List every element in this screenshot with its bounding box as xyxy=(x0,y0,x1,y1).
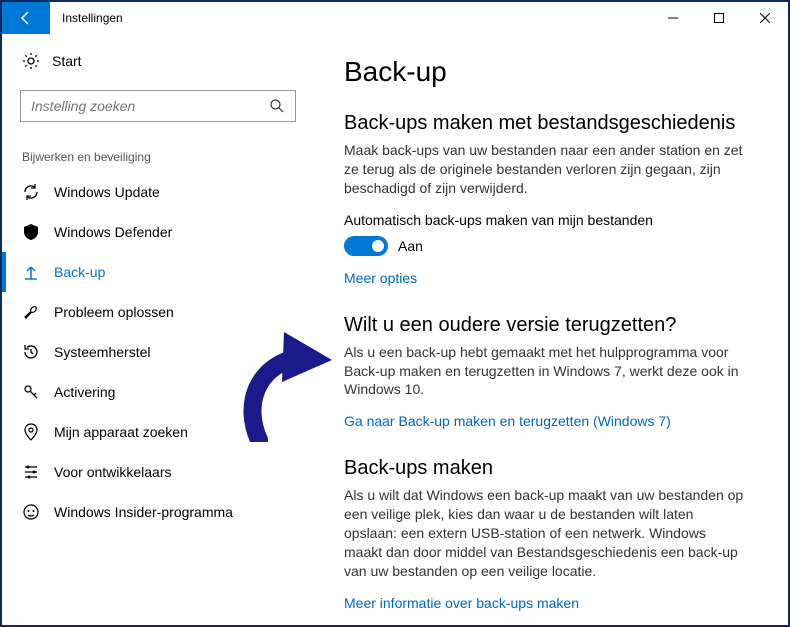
titlebar: Instellingen xyxy=(2,2,788,34)
sliders-icon xyxy=(22,463,40,481)
sidebar-item-backup[interactable]: Back-up xyxy=(20,252,296,292)
page-title: Back-up xyxy=(344,56,758,88)
section3-text: Als u wilt dat Windows een back-up maakt… xyxy=(344,486,744,580)
sidebar: Start Bijwerken en beveiliging Windows U… xyxy=(2,34,314,625)
sidebar-item-label: Systeemherstel xyxy=(54,344,150,360)
category-title: Bijwerken en beveiliging xyxy=(20,150,296,164)
sync-icon xyxy=(22,183,40,201)
sidebar-item-label: Windows Defender xyxy=(54,224,172,240)
sidebar-item-label: Windows Insider-programma xyxy=(54,504,233,520)
auto-backup-toggle[interactable] xyxy=(344,236,388,256)
maximize-button[interactable] xyxy=(696,2,742,34)
toggle-state: Aan xyxy=(398,238,423,254)
section1-title: Back-ups maken met bestandsgeschiedenis xyxy=(344,112,758,135)
search-input[interactable] xyxy=(20,90,296,122)
sidebar-item-windows-defender[interactable]: Windows Defender xyxy=(20,212,296,252)
sidebar-item-find-device[interactable]: Mijn apparaat zoeken xyxy=(20,412,296,452)
sidebar-item-developers[interactable]: Voor ontwikkelaars xyxy=(20,452,296,492)
section2-text: Als u een back-up hebt gemaakt met het h… xyxy=(344,343,744,400)
insider-icon xyxy=(22,503,40,521)
sidebar-item-label: Voor ontwikkelaars xyxy=(54,464,172,480)
sidebar-item-label: Activering xyxy=(54,384,115,400)
more-options-link[interactable]: Meer opties xyxy=(344,270,417,286)
sidebar-item-recovery[interactable]: Systeemherstel xyxy=(20,332,296,372)
gear-icon xyxy=(22,52,40,70)
sidebar-item-label: Mijn apparaat zoeken xyxy=(54,424,188,440)
more-info-link[interactable]: Meer informatie over back-ups maken xyxy=(344,595,579,611)
window-title: Instellingen xyxy=(50,2,135,34)
toggle-label: Automatisch back-ups maken van mijn best… xyxy=(344,212,758,228)
back-button[interactable] xyxy=(2,2,50,34)
key-icon xyxy=(22,383,40,401)
shield-icon xyxy=(22,223,40,241)
search-field[interactable] xyxy=(31,98,269,114)
recovery-icon xyxy=(22,343,40,361)
main-content: Back-up Back-ups maken met bestandsgesch… xyxy=(314,34,788,625)
sidebar-item-label: Probleem oplossen xyxy=(54,304,174,320)
section2-title: Wilt u een oudere versie terugzetten? xyxy=(344,314,758,337)
backup-icon xyxy=(22,263,40,281)
start-label: Start xyxy=(52,53,82,69)
section3-title: Back-ups maken xyxy=(344,457,758,480)
sidebar-item-label: Windows Update xyxy=(54,184,160,200)
sidebar-item-insider[interactable]: Windows Insider-programma xyxy=(20,492,296,532)
section1-text: Maak back-ups van uw bestanden naar een … xyxy=(344,141,744,198)
sidebar-item-label: Back-up xyxy=(54,264,105,280)
start-nav[interactable]: Start xyxy=(20,52,296,70)
close-button[interactable] xyxy=(742,2,788,34)
sidebar-item-windows-update[interactable]: Windows Update xyxy=(20,172,296,212)
sidebar-item-activation[interactable]: Activering xyxy=(20,372,296,412)
goto-win7-backup-link[interactable]: Ga naar Back-up maken en terugzetten (Wi… xyxy=(344,413,671,429)
sidebar-item-troubleshoot[interactable]: Probleem oplossen xyxy=(20,292,296,332)
minimize-button[interactable] xyxy=(650,2,696,34)
search-icon xyxy=(269,98,285,114)
location-icon xyxy=(22,423,40,441)
wrench-icon xyxy=(22,303,40,321)
